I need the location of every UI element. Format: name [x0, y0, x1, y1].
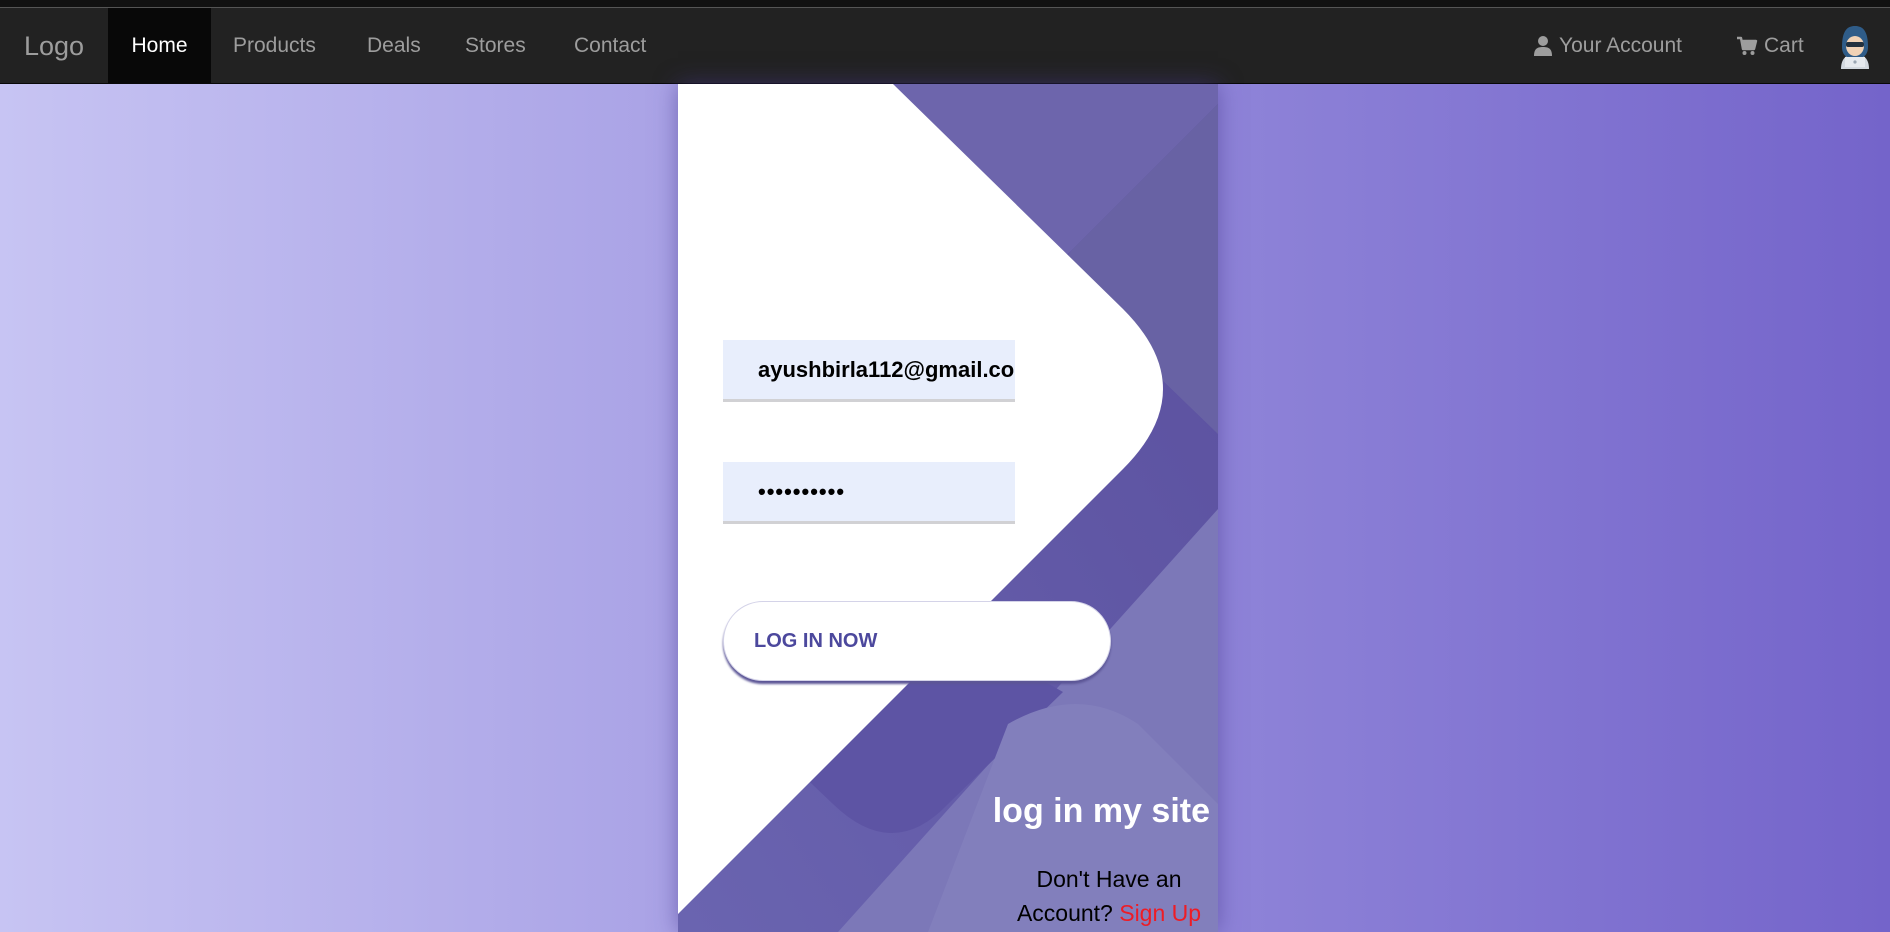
nav-item-contact[interactable]: Contact [574, 8, 646, 84]
signup-prompt: Don't Have an Account? Sign Up [1000, 862, 1218, 930]
email-field[interactable] [723, 340, 1015, 402]
login-button[interactable]: LOG IN NOW [723, 601, 1111, 681]
cart-label: Cart [1764, 34, 1804, 57]
login-title: log in my site [992, 792, 1210, 830]
hacker-avatar-icon[interactable] [1832, 23, 1878, 69]
password-field[interactable] [723, 462, 1015, 524]
login-card: LOG IN NOW log in my site Don't Have an … [678, 84, 1218, 932]
your-account-label: Your Account [1559, 34, 1682, 57]
user-icon [1534, 36, 1552, 56]
nav-item-home[interactable]: Home [108, 8, 211, 84]
browser-top-edge [0, 0, 1890, 8]
nav-item-stores[interactable]: Stores [465, 8, 526, 84]
brand-logo[interactable]: Logo [0, 8, 108, 84]
cart-link[interactable]: Cart [1736, 8, 1804, 84]
signup-link[interactable]: Sign Up [1119, 900, 1201, 926]
your-account-link[interactable]: Your Account [1533, 8, 1682, 84]
shopping-cart-icon [1737, 36, 1758, 55]
nav-item-products[interactable]: Products [233, 8, 316, 84]
nav-item-deals[interactable]: Deals [367, 8, 421, 84]
top-navbar: Logo Home Products Deals Stores Contact … [0, 8, 1890, 84]
